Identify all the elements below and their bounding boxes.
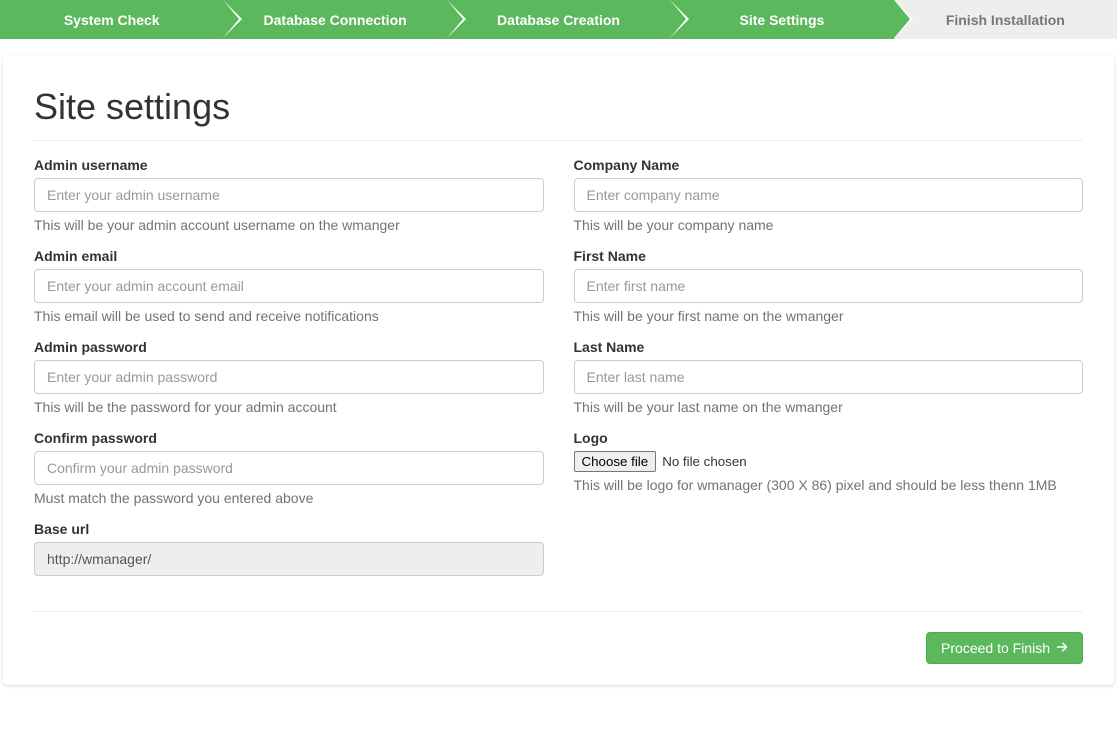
proceed-button-label: Proceed to Finish bbox=[941, 640, 1050, 656]
admin-username-label: Admin username bbox=[34, 157, 544, 173]
footer-row: Proceed to Finish bbox=[34, 611, 1083, 664]
step-site-settings: Site Settings bbox=[670, 0, 893, 39]
admin-password-label: Admin password bbox=[34, 339, 544, 355]
first-name-help: This will be your first name on the wman… bbox=[574, 308, 1084, 324]
base-url-label: Base url bbox=[34, 521, 544, 537]
last-name-label: Last Name bbox=[574, 339, 1084, 355]
logo-file-input[interactable]: Choose file No file chosen bbox=[574, 451, 747, 472]
stepper: System Check Database Connection Databas… bbox=[0, 0, 1117, 39]
confirm-password-input[interactable] bbox=[34, 451, 544, 485]
left-column: Admin username This will be your admin a… bbox=[34, 157, 544, 591]
admin-username-help: This will be your admin account username… bbox=[34, 217, 544, 233]
company-name-help: This will be your company name bbox=[574, 217, 1084, 233]
logo-label: Logo bbox=[574, 430, 1084, 446]
last-name-input[interactable] bbox=[574, 360, 1084, 394]
base-url-input[interactable] bbox=[34, 542, 544, 576]
last-name-help: This will be your last name on the wmang… bbox=[574, 399, 1084, 415]
step-database-connection: Database Connection bbox=[223, 0, 446, 39]
main-panel: Site settings Admin username This will b… bbox=[3, 55, 1114, 685]
first-name-input[interactable] bbox=[574, 269, 1084, 303]
step-finish-installation: Finish Installation bbox=[894, 0, 1117, 39]
step-database-creation: Database Creation bbox=[447, 0, 670, 39]
logo-help: This will be logo for wmanager (300 X 86… bbox=[574, 477, 1084, 493]
page-title: Site settings bbox=[34, 86, 1083, 141]
file-status-text: No file chosen bbox=[662, 454, 746, 469]
admin-password-input[interactable] bbox=[34, 360, 544, 394]
company-name-input[interactable] bbox=[574, 178, 1084, 212]
admin-email-input[interactable] bbox=[34, 269, 544, 303]
step-system-check: System Check bbox=[0, 0, 223, 39]
admin-username-input[interactable] bbox=[34, 178, 544, 212]
proceed-button[interactable]: Proceed to Finish bbox=[926, 632, 1083, 664]
first-name-label: First Name bbox=[574, 248, 1084, 264]
confirm-password-label: Confirm password bbox=[34, 430, 544, 446]
confirm-password-help: Must match the password you entered abov… bbox=[34, 490, 544, 506]
admin-email-label: Admin email bbox=[34, 248, 544, 264]
right-column: Company Name This will be your company n… bbox=[574, 157, 1084, 591]
arrow-right-icon bbox=[1056, 640, 1068, 656]
admin-password-help: This will be the password for your admin… bbox=[34, 399, 544, 415]
company-name-label: Company Name bbox=[574, 157, 1084, 173]
admin-email-help: This email will be used to send and rece… bbox=[34, 308, 544, 324]
choose-file-button[interactable]: Choose file bbox=[574, 451, 657, 472]
